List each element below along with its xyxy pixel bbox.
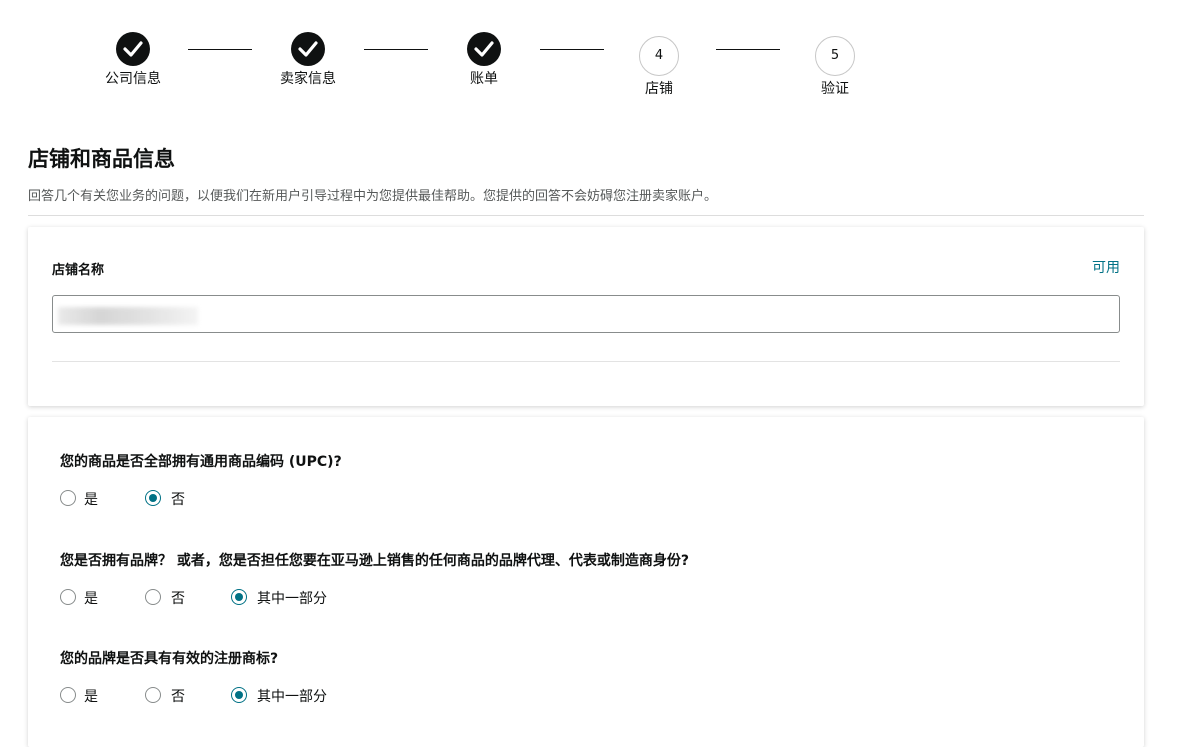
radio-button[interactable] — [60, 687, 76, 703]
step-number: 5 — [830, 48, 840, 63]
radio-label: 是 — [84, 689, 98, 705]
radio-button[interactable] — [231, 687, 247, 703]
availability-status: 可用 — [1092, 260, 1120, 276]
step-connector — [540, 49, 604, 50]
check-icon — [474, 41, 494, 57]
step-label: 卖家信息 — [280, 71, 336, 87]
step-connector — [716, 49, 780, 50]
radio-label: 否 — [171, 689, 185, 705]
step-number-badge: 5 — [815, 36, 855, 76]
radio-label: 是 — [84, 492, 98, 508]
page-title: 店铺和商品信息 — [28, 147, 175, 171]
radio-button[interactable] — [145, 490, 161, 506]
radio-label: 是 — [84, 591, 98, 607]
step-label: 店铺 — [645, 81, 673, 97]
radio-label: 否 — [171, 492, 185, 508]
question-trademark: 您的品牌是否具有有效的注册商标? — [60, 651, 279, 667]
page-subtitle: 回答几个有关您业务的问题，以便我们在新用户引导过程中为您提供最佳帮助。您提供的回… — [28, 189, 718, 204]
radio-label: 其中一部分 — [257, 689, 327, 705]
store-name-card: 店铺名称 可用 — [28, 227, 1144, 406]
check-icon — [298, 41, 318, 57]
step-number: 4 — [654, 48, 664, 63]
radio-button[interactable] — [231, 589, 247, 605]
product-questions-card: 您的商品是否全部拥有通用商品编码 (UPC)? 是 否 您是否拥有品牌？ 或者，… — [28, 417, 1144, 747]
redacted-store-name — [58, 307, 198, 325]
radio-button[interactable] — [60, 589, 76, 605]
question-upc: 您的商品是否全部拥有通用商品编码 (UPC)? — [60, 454, 342, 470]
step-complete-badge — [116, 32, 150, 66]
step-complete-badge — [467, 32, 501, 66]
divider — [28, 215, 1144, 216]
check-icon — [123, 41, 143, 57]
step-label: 验证 — [821, 81, 849, 97]
radio-label: 否 — [171, 591, 185, 607]
step-number-badge: 4 — [639, 36, 679, 76]
step-label: 公司信息 — [105, 71, 161, 87]
radio-button[interactable] — [60, 490, 76, 506]
step-label: 账单 — [470, 71, 498, 87]
step-connector — [364, 49, 428, 50]
store-name-input[interactable] — [52, 295, 1120, 333]
question-brand: 您是否拥有品牌？ 或者，您是否担任您要在亚马逊上销售的任何商品的品牌代理、代表或… — [60, 553, 689, 569]
radio-button[interactable] — [145, 687, 161, 703]
step-complete-badge — [291, 32, 325, 66]
divider — [52, 361, 1120, 362]
step-connector — [188, 49, 252, 50]
store-name-label: 店铺名称 — [52, 263, 105, 278]
radio-button[interactable] — [145, 589, 161, 605]
radio-label: 其中一部分 — [257, 591, 327, 607]
